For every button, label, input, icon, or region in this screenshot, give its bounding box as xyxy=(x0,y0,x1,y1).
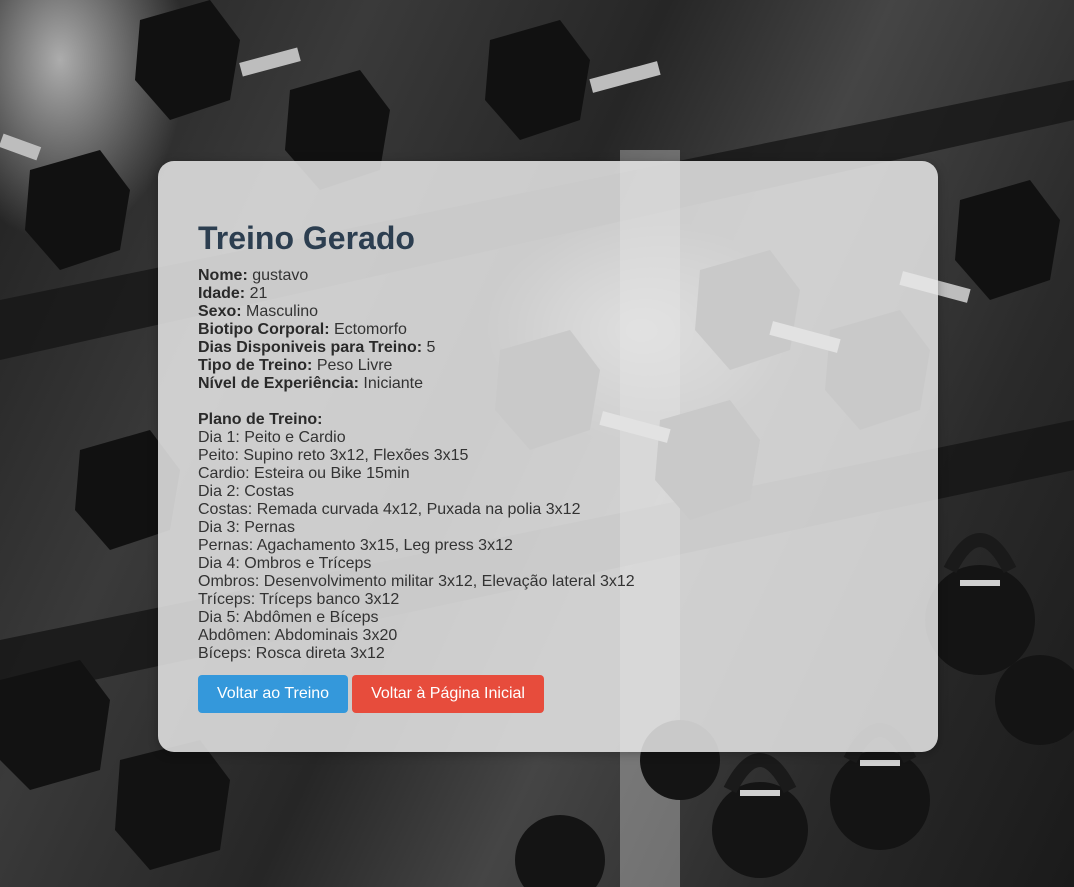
plan-title: Plano de Treino: xyxy=(198,411,323,428)
info-training-type: Tipo de Treino: Peso Livre xyxy=(198,357,898,375)
plan-line: Peito: Supino reto 3x12, Flexões 3x15 xyxy=(198,447,469,464)
info-name-value: gustavo xyxy=(252,267,309,284)
info-name-label: Nome: xyxy=(198,267,248,284)
info-age-value: 21 xyxy=(249,285,268,302)
profile-info: Nome: gustavo Idade: 21 Sexo: Masculino … xyxy=(198,267,898,393)
info-days-label: Dias Disponiveis para Treino: xyxy=(198,339,423,356)
plan-line: Dia 1: Peito e Cardio xyxy=(198,429,346,446)
back-to-home-button[interactable]: Voltar à Página Inicial xyxy=(352,675,544,713)
info-age: Idade: 21 xyxy=(198,285,898,303)
plan-line: Dia 4: Ombros e Tríceps xyxy=(198,555,372,572)
plan-line: Dia 3: Pernas xyxy=(198,519,295,536)
info-body-type-value: Ectomorfo xyxy=(334,321,407,338)
info-body-type: Biotipo Corporal: Ectomorfo xyxy=(198,321,898,339)
info-days-value: 5 xyxy=(426,339,436,356)
back-to-training-button[interactable]: Voltar ao Treino xyxy=(198,675,349,713)
info-training-type-label: Tipo de Treino: xyxy=(198,357,313,374)
info-training-type-value: Peso Livre xyxy=(316,357,393,374)
plan-line: Pernas: Agachamento 3x15, Leg press 3x12 xyxy=(198,537,513,554)
plan-line: Costas: Remada curvada 4x12, Puxada na p… xyxy=(198,501,581,518)
info-body-type-label: Biotipo Corporal: xyxy=(198,321,330,338)
info-sex: Sexo: Masculino xyxy=(198,303,898,321)
plan-line: Abdômen: Abdominais 3x20 xyxy=(198,627,398,644)
workout-card: Treino Gerado Nome: gustavo Idade: 21 Se… xyxy=(158,161,938,752)
info-experience-value: Iniciante xyxy=(363,375,424,392)
plan-line: Ombros: Desenvolvimento militar 3x12, El… xyxy=(198,573,635,590)
action-buttons: Voltar ao Treino Voltar à Página Inicial xyxy=(198,675,898,713)
info-name: Nome: gustavo xyxy=(198,267,898,285)
info-sex-label: Sexo: xyxy=(198,303,242,320)
plan-line: Dia 2: Costas xyxy=(198,483,295,500)
info-days: Dias Disponiveis para Treino: 5 xyxy=(198,339,898,357)
plan-line: Dia 5: Abdômen e Bíceps xyxy=(198,609,379,626)
plan-line: Bíceps: Rosca direta 3x12 xyxy=(198,645,385,662)
info-experience-label: Nível de Experiência: xyxy=(198,375,359,392)
info-age-label: Idade: xyxy=(198,285,246,302)
info-experience: Nível de Experiência: Iniciante xyxy=(198,375,898,393)
training-plan: Plano de Treino: Dia 1: Peito e Cardio P… xyxy=(198,411,898,663)
page-title: Treino Gerado xyxy=(198,220,415,256)
plan-line: Tríceps: Tríceps banco 3x12 xyxy=(198,591,400,608)
info-sex-value: Masculino xyxy=(246,303,319,320)
plan-line: Cardio: Esteira ou Bike 15min xyxy=(198,465,410,482)
